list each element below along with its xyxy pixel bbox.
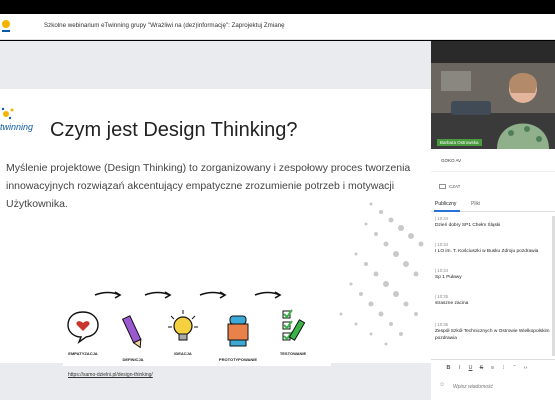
chat-tabs: Publiczny Pliki — [431, 196, 555, 212]
arrow-right-icon — [94, 291, 122, 299]
user-name: GOKO AV — [441, 158, 462, 163]
message-time: | 10:35 — [435, 322, 449, 327]
message-text: straszne zacina — [435, 301, 469, 306]
chat-composer: B I U S ≡ ⁝ “‹› ☺ — [431, 359, 555, 400]
arrow-right-icon — [144, 291, 172, 299]
slide-title: Czym jest Design Thinking? — [50, 119, 298, 141]
pencil-icon — [121, 315, 142, 349]
code-button[interactable]: ‹› — [520, 365, 531, 371]
chat-message-input[interactable] — [453, 382, 543, 392]
step-test: TESTOWANIE — [273, 308, 313, 356]
step-empathize: EMPATYZACJA — [63, 308, 103, 356]
emoji-icon[interactable]: ☺ — [439, 382, 445, 388]
current-user-row: GOKO AV — [431, 149, 555, 172]
presentation-area: twinning Czym jest Design Thinking? Myśl… — [0, 41, 431, 400]
tab-files[interactable]: Pliki — [471, 201, 480, 207]
message-text: Zespół Szkół Technicznych w Ostrowie Wie… — [435, 329, 550, 341]
source-link[interactable]: https://samo-dzielni.pl/design-thinking/ — [68, 372, 153, 378]
step-label: TESTOWANIE — [279, 351, 307, 356]
step-label: EMPATYZACJA — [68, 351, 98, 356]
numbered-list-button[interactable]: ⁝ — [498, 365, 509, 371]
message-text: Dzień dobry SP1 Chełm Śląski — [435, 223, 501, 228]
message-time: | 10:35 — [435, 294, 449, 299]
step-ideate: IDEACJA — [163, 308, 203, 356]
webinar-title: Szkolne webinarium eTwinning grupy "Wraż… — [44, 22, 285, 29]
participant-name-tag: Barbara Ostrowska — [437, 139, 482, 146]
step-label: DEFINICJA — [122, 357, 144, 362]
design-thinking-steps: EMPATYZACJA DEFINICJA IDEACJA PROTOTYPOW… — [63, 286, 331, 366]
window-header: Szkolne webinarium eTwinning grupy "Wraż… — [0, 14, 555, 40]
arrow-right-icon — [254, 291, 282, 299]
tab-public[interactable]: Publiczny — [435, 201, 456, 207]
active-tab-indicator — [434, 210, 460, 212]
arrow-right-icon — [199, 291, 227, 299]
chat-message: | 10:34 I LO im. T. Kościuszki w Busku Z… — [435, 242, 553, 255]
etwinning-logo: twinning — [0, 106, 40, 138]
message-text: Sp 1 Puławy — [435, 275, 462, 280]
chat-message: | 10:34 Dzień dobry SP1 Chełm Śląski — [435, 216, 553, 229]
strikethrough-button[interactable]: S — [476, 365, 487, 371]
bullet-list-button[interactable]: ≡ — [487, 365, 498, 371]
right-sidebar: Barbara Ostrowska GOKO AV CZAT Publiczny… — [431, 41, 555, 400]
robot-prototype-icon — [227, 315, 249, 347]
chat-message: | 10:35 Zespół Szkół Technicznych w Ostr… — [435, 322, 553, 342]
bold-button[interactable]: B — [443, 365, 454, 371]
message-text: I LO im. T. Kościuszki w Busku Zdroju po… — [435, 249, 539, 254]
message-time: | 10:34 — [435, 268, 449, 273]
heart-speech-bubble-icon — [67, 311, 99, 344]
step-define: DEFINICJA — [113, 314, 153, 362]
webcam-feed: Barbara Ostrowska — [431, 41, 555, 149]
logo-wordmark: twinning — [0, 122, 34, 132]
chat-header: CZAT — [431, 181, 555, 193]
chat-title: CZAT — [449, 184, 461, 189]
step-prototype: PROTOTYPOWANIE — [218, 314, 258, 362]
etwinning-badge-icon — [0, 16, 12, 38]
message-time: | 10:34 — [435, 216, 449, 221]
underline-button[interactable]: U — [465, 365, 476, 371]
formatting-toolbar: B I U S ≡ ⁝ “‹› — [443, 365, 533, 373]
step-label: PROTOTYPOWANIE — [218, 357, 258, 362]
chat-message: | 10:34 Sp 1 Puławy — [435, 268, 553, 281]
italic-button[interactable]: I — [454, 365, 465, 371]
step-label: IDEACJA — [174, 351, 192, 356]
chat-bubble-icon — [439, 184, 446, 189]
message-time: | 10:34 — [435, 242, 449, 247]
checklist-icon — [282, 309, 306, 341]
lightbulb-icon — [168, 310, 198, 341]
chat-message-list[interactable]: | 10:34 Dzień dobry SP1 Chełm Śląski | 1… — [431, 216, 555, 358]
webcam-video-image — [431, 41, 555, 149]
quote-button[interactable]: “ — [509, 365, 520, 371]
chat-message: | 10:35 straszne zacina — [435, 294, 553, 307]
